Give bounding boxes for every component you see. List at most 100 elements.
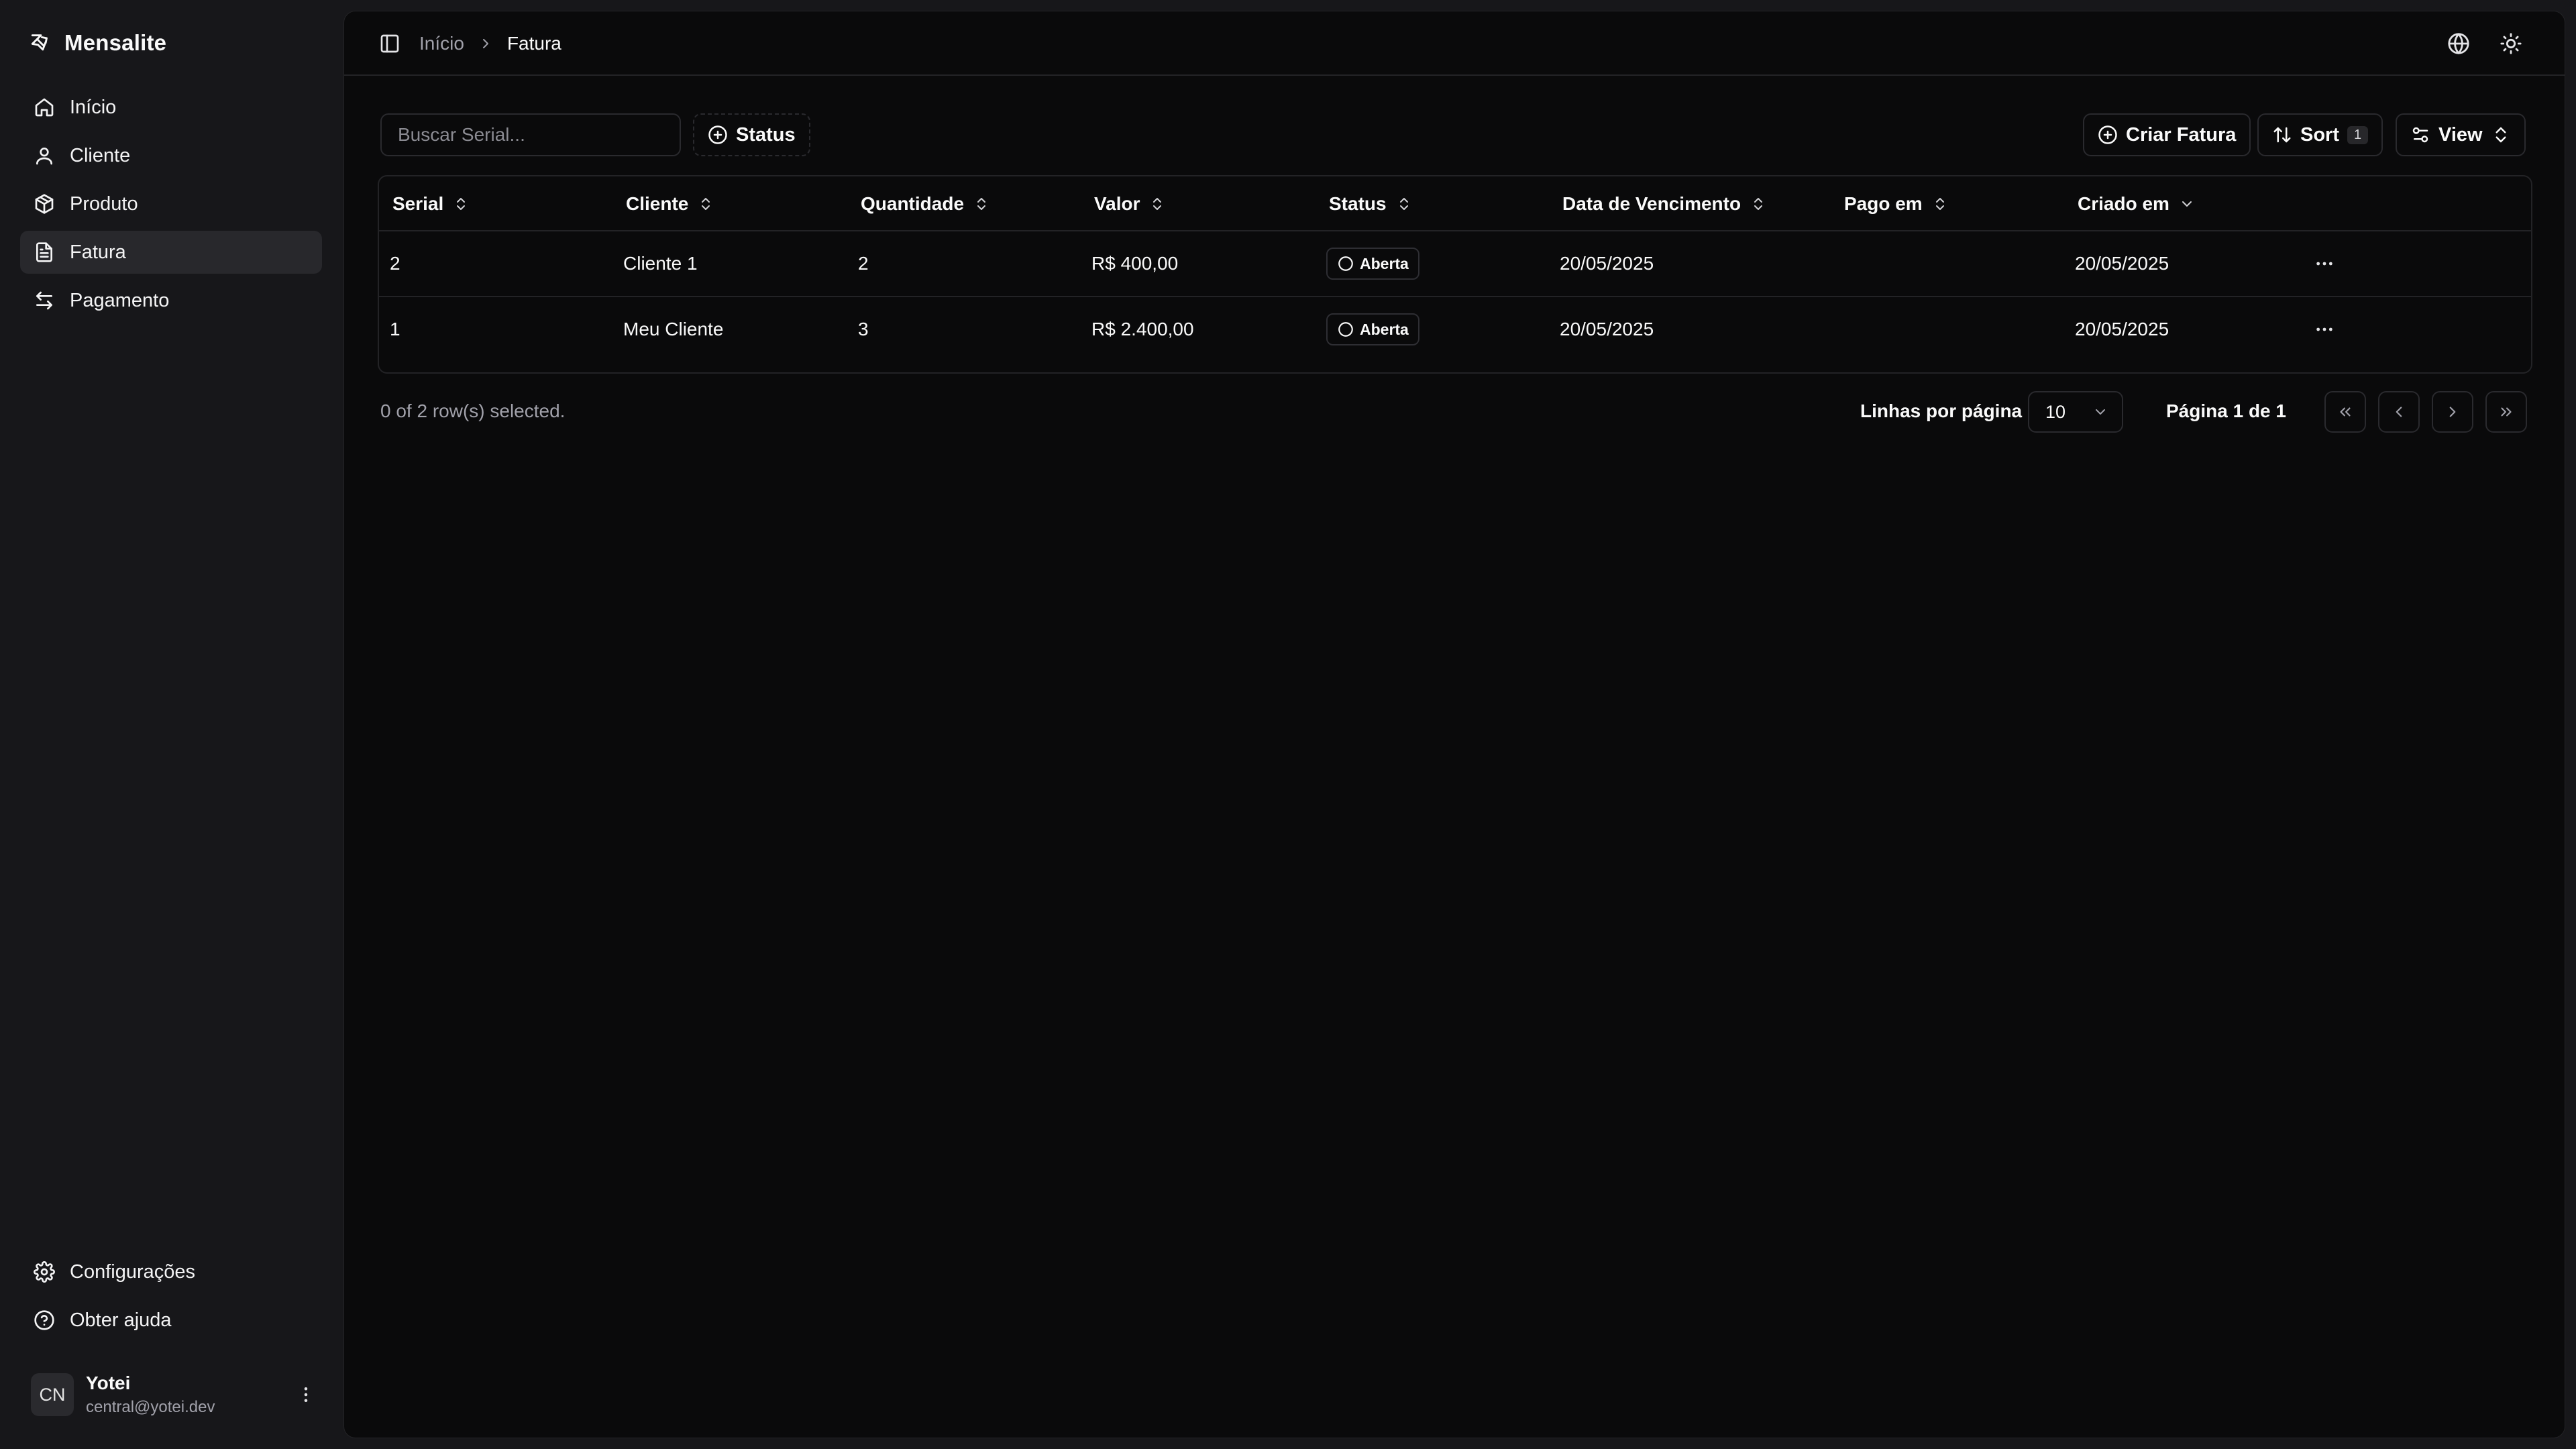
user-profile[interactable]: CN Yotei central@yotei.dev	[31, 1373, 319, 1417]
cell-status: Aberta	[1326, 231, 1419, 296]
sidebar-item-label: Cliente	[70, 144, 131, 166]
user-name: Yotei	[86, 1373, 131, 1393]
sidebar-item-produto[interactable]: Produto	[20, 182, 322, 225]
sort-label: Sort	[2300, 123, 2339, 146]
sidebar-item-label: Início	[70, 96, 117, 118]
circle-icon	[1337, 255, 1354, 272]
rows-per-page-value: 10	[2045, 401, 2066, 422]
chevrons-right-icon	[2498, 403, 2515, 421]
chevrons-up-down-icon	[1750, 196, 1766, 212]
page-indicator: Página 1 de 1	[2166, 400, 2286, 421]
panel-left-icon	[379, 33, 400, 54]
create-invoice-label: Criar Fatura	[2126, 123, 2237, 146]
column-header-pago-em[interactable]: Pago em	[1844, 176, 1948, 231]
sidebar-item-cliente[interactable]: Cliente	[20, 134, 322, 177]
row-actions-button[interactable]	[2311, 252, 2338, 276]
cell-criado-em: 20/05/2025	[2075, 253, 2169, 274]
cell-criado-em: 20/05/2025	[2075, 319, 2169, 339]
breadcrumb-link-inicio[interactable]: Início	[419, 33, 464, 54]
column-header-data-vencimento[interactable]: Data de Vencimento	[1562, 176, 1766, 231]
table-row[interactable]: 2 Cliente 1 2 R$ 400,00 Aberta 20/05/202…	[379, 231, 2531, 297]
sidebar-item-label: Produto	[70, 193, 138, 215]
sort-button[interactable]: Sort 1	[2257, 113, 2383, 156]
column-label: Criado em	[2078, 193, 2169, 214]
breadcrumb: Início Fatura	[419, 30, 561, 57]
next-page-button[interactable]	[2432, 391, 2473, 433]
chevrons-up-down-icon	[973, 196, 989, 212]
column-label: Serial	[392, 193, 444, 214]
chevrons-up-down-icon	[1396, 196, 1412, 212]
row-actions-button[interactable]	[2311, 317, 2338, 341]
column-header-valor[interactable]: Valor	[1094, 176, 1165, 231]
sidebar-item-label: Obter ajuda	[70, 1309, 172, 1331]
chevrons-up-down-icon	[2491, 125, 2511, 145]
cell-vencimento: 20/05/2025	[1560, 253, 1654, 274]
sidebar-item-configuracoes[interactable]: Configurações	[20, 1250, 322, 1293]
top-bar: Início Fatura	[344, 11, 2565, 76]
status-filter-button[interactable]: Status	[693, 113, 810, 156]
column-header-status[interactable]: Status	[1329, 176, 1412, 231]
column-label: Cliente	[626, 193, 689, 214]
package-icon	[34, 193, 55, 215]
sidebar-toggle-button[interactable]	[376, 30, 403, 57]
selection-count: 0 of 2 row(s) selected.	[380, 400, 566, 421]
rows-per-page-label: Linhas por página	[1860, 400, 2023, 421]
more-vertical-icon	[296, 1385, 316, 1405]
sidebar: Mensalite Início Cliente Produto Fatura …	[0, 0, 342, 1449]
first-page-button[interactable]	[2324, 391, 2366, 433]
gear-icon	[34, 1261, 55, 1283]
more-horizontal-icon	[2314, 253, 2335, 274]
plus-circle-icon	[2098, 125, 2118, 145]
previous-page-button[interactable]	[2378, 391, 2420, 433]
globe-icon	[2447, 32, 2470, 55]
status-badge-label: Aberta	[1360, 254, 1409, 272]
column-header-serial[interactable]: Serial	[392, 176, 469, 231]
sidebar-item-inicio[interactable]: Início	[20, 86, 322, 129]
user-email: central@yotei.dev	[86, 1398, 215, 1416]
cell-quantidade: 3	[858, 319, 869, 339]
status-filter-label: Status	[736, 123, 796, 146]
search-input[interactable]	[380, 113, 681, 156]
column-label: Status	[1329, 193, 1387, 214]
sidebar-item-pagamento[interactable]: Pagamento	[20, 279, 322, 322]
chevrons-up-down-icon	[698, 196, 714, 212]
column-label: Quantidade	[861, 193, 965, 214]
create-invoice-button[interactable]: Criar Fatura	[2083, 113, 2251, 156]
chevrons-up-down-icon	[453, 196, 469, 212]
user-icon	[34, 145, 55, 166]
chevron-down-icon	[2179, 196, 2195, 212]
brand[interactable]: Mensalite	[30, 27, 166, 59]
theme-toggle-button[interactable]	[2496, 29, 2526, 58]
user-menu-button[interactable]	[292, 1381, 319, 1408]
sun-icon	[2500, 32, 2522, 55]
home-icon	[34, 97, 55, 118]
sidebar-item-label: Configurações	[70, 1260, 195, 1283]
table-row[interactable]: 1 Meu Cliente 3 R$ 2.400,00 Aberta 20/05…	[379, 297, 2531, 363]
app-name: Mensalite	[64, 30, 167, 55]
last-page-button[interactable]	[2485, 391, 2527, 433]
invoice-table: Serial Cliente Quantidade Valor Status D…	[378, 175, 2532, 374]
column-header-cliente[interactable]: Cliente	[626, 176, 714, 231]
circle-icon	[1337, 321, 1354, 338]
chevron-right-icon	[478, 36, 494, 52]
main-panel: Início Fatura Status Criar Fatura Sort 1…	[343, 11, 2565, 1438]
column-header-criado-em[interactable]: Criado em	[2078, 176, 2195, 231]
status-badge: Aberta	[1326, 313, 1419, 345]
chevron-down-icon	[2092, 404, 2108, 420]
sidebar-item-obter-ajuda[interactable]: Obter ajuda	[20, 1299, 322, 1342]
sidebar-item-fatura[interactable]: Fatura	[20, 231, 322, 274]
language-button[interactable]	[2444, 29, 2473, 58]
column-label: Data de Vencimento	[1562, 193, 1741, 214]
cell-serial: 2	[390, 253, 400, 274]
chevron-right-icon	[2444, 403, 2461, 421]
table-header: Serial Cliente Quantidade Valor Status D…	[379, 176, 2531, 231]
plus-circle-icon	[708, 125, 728, 145]
column-header-quantidade[interactable]: Quantidade	[861, 176, 989, 231]
cell-vencimento: 20/05/2025	[1560, 319, 1654, 339]
rows-per-page-select[interactable]: 10	[2028, 391, 2123, 433]
view-label: View	[2438, 123, 2483, 146]
cell-cliente: Cliente 1	[623, 253, 698, 274]
view-button[interactable]: View	[2396, 113, 2526, 156]
cell-quantidade: 2	[858, 253, 869, 274]
breadcrumb-current: Fatura	[506, 33, 561, 54]
